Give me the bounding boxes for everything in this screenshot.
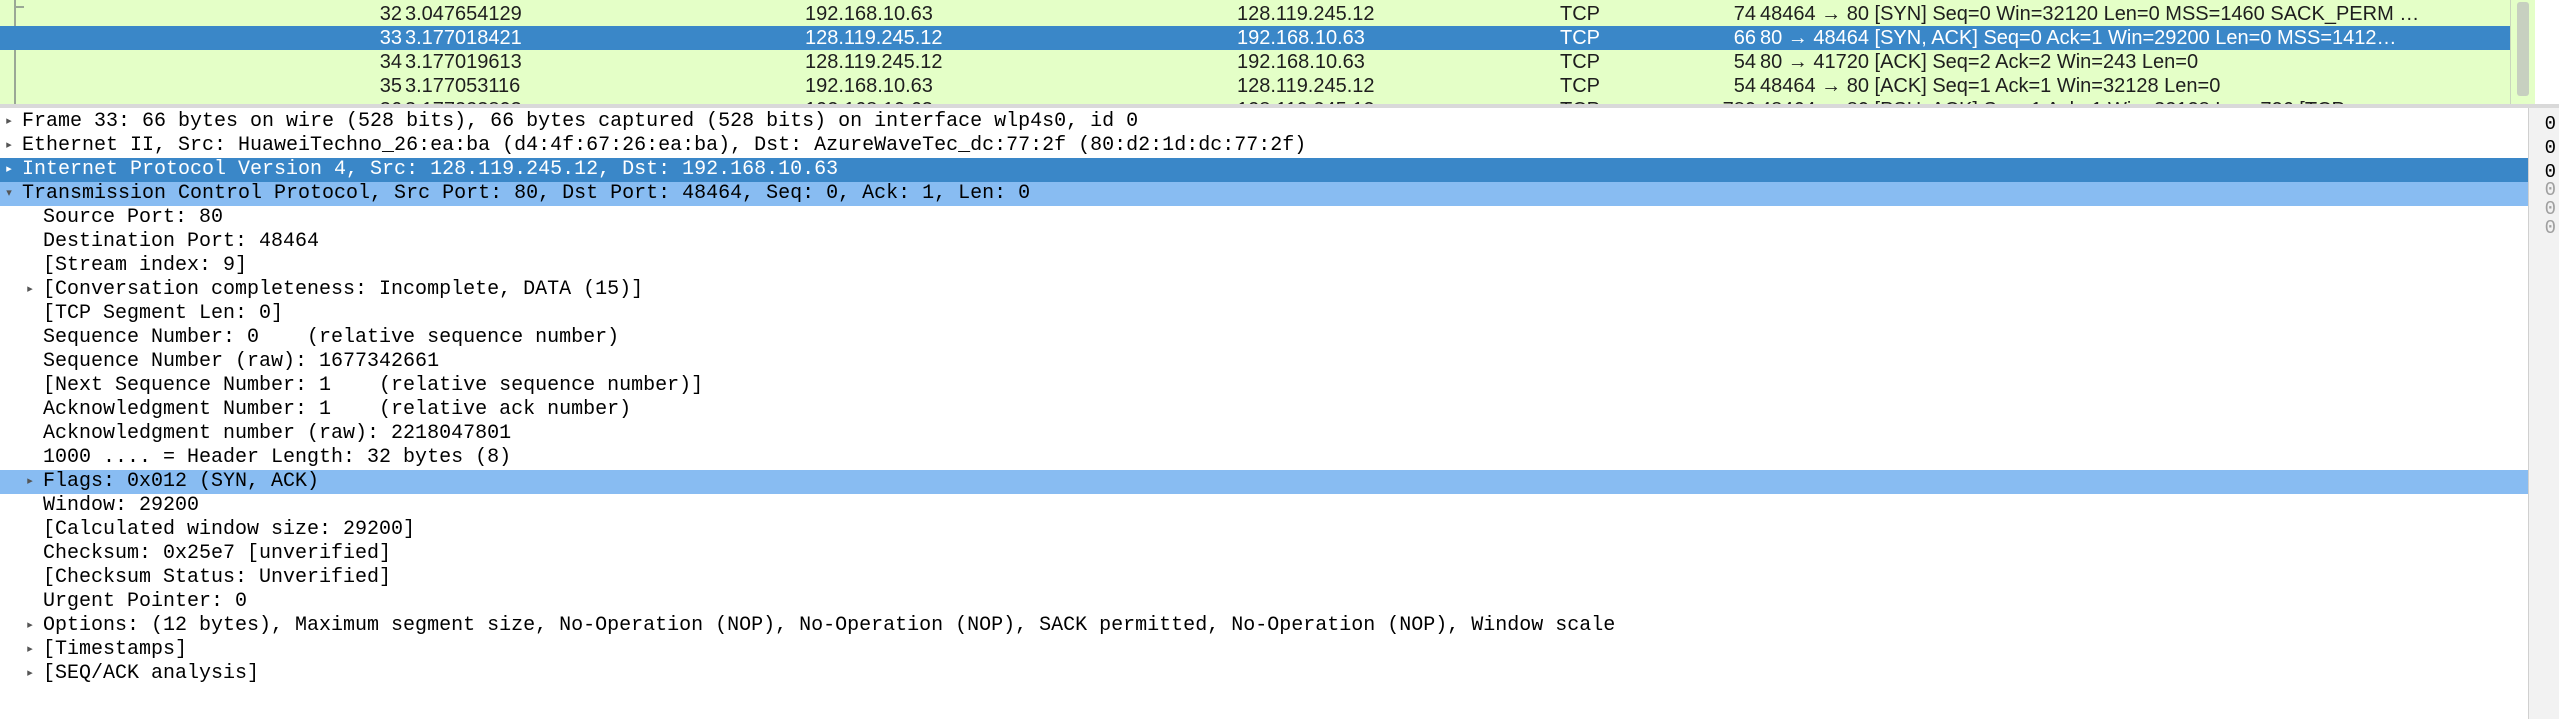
tree-item-label: Options: (12 bytes), Maximum segment siz… (43, 614, 1616, 637)
tree-item[interactable]: Window: 29200 (0, 494, 2528, 518)
tree-item[interactable]: ▸ Internet Protocol Version 4, Src: 128.1… (0, 158, 2528, 182)
triangle-right-icon[interactable]: ▸ (2, 134, 16, 158)
packet-destination: 128.119.245.12 (1237, 3, 1375, 25)
tree-item-label: 1000 .... = Header Length: 32 bytes (8) (43, 446, 512, 469)
tree-item[interactable]: [TCP Segment Len: 0] (0, 302, 2528, 326)
triangle-right-icon[interactable]: ▸ (2, 158, 16, 182)
packet-list[interactable]: 32 3.047654129 192.168.10.63 128.119.245.12… (0, 0, 2535, 104)
packet-destination: 128.119.245.12 (1237, 75, 1375, 97)
packet-row[interactable]: 34 3.177019613 128.119.245.12 192.168.10.63… (0, 50, 2535, 74)
packet-info: 48464 → 80 [ACK] Seq=1 Ack=1 Win=32128 L… (1760, 75, 2221, 97)
tree-item-label: Flags: 0x012 (SYN, ACK) (43, 470, 320, 493)
tree-item[interactable]: ▾ Transmission Control Protocol, Src Port… (0, 182, 2528, 206)
packet-destination: 192.168.10.63 (1237, 27, 1365, 49)
packet-info: 80 → 48464 [SYN, ACK] Seq=0 Ack=1 Win=29… (1760, 27, 2397, 49)
triangle-right-icon[interactable]: ▸ (23, 662, 37, 686)
tree-item[interactable]: Sequence Number (raw): 1677342661 (0, 350, 2528, 374)
side-indicator-value: 0 (2544, 137, 2556, 159)
tree-item-label: Sequence Number: 0 (relative sequence nu… (43, 326, 620, 349)
tree-item[interactable]: ▸ Flags: 0x012 (SYN, ACK) (0, 470, 2528, 494)
tree-item[interactable]: ▸ Options: (12 bytes), Maximum segment si… (0, 614, 2528, 638)
tree-item-label: [TCP Segment Len: 0] (43, 302, 284, 325)
packet-protocol: TCP (1560, 75, 1600, 97)
packet-row[interactable]: 32 3.047654129 192.168.10.63 128.119.245.12… (0, 2, 2535, 26)
triangle-right-icon[interactable]: ▸ (23, 470, 37, 494)
tree-item-label: Window: 29200 (43, 494, 200, 517)
packet-time: 3.177053116 (405, 75, 521, 97)
tree-item-label: Internet Protocol Version 4, Src: 128.11… (22, 158, 839, 181)
packet-protocol: TCP (1560, 3, 1600, 25)
packet-time: 3.047654129 (405, 3, 522, 25)
side-indicator-value: 0 (2544, 113, 2556, 135)
packet-source: 192.168.10.63 (805, 75, 933, 97)
triangle-right-icon[interactable]: ▸ (23, 614, 37, 638)
packet-protocol: TCP (1560, 51, 1600, 73)
tree-item-label: Checksum: 0x25e7 [unverified] (43, 542, 392, 565)
packet-protocol: TCP (1560, 27, 1600, 49)
packet-list-scrollbar[interactable] (2510, 0, 2535, 104)
tree-item-label: [Timestamps] (43, 638, 188, 661)
packet-length: 54 (1733, 75, 1756, 97)
tree-item[interactable]: [Calculated window size: 29200] (0, 518, 2528, 542)
packet-number: 32 (379, 3, 402, 25)
tree-item[interactable]: ▸ Frame 33: 66 bytes on wire (528 bits), … (0, 110, 2528, 134)
packet-number: 35 (379, 75, 402, 97)
tree-item-label: Sequence Number (raw): 1677342661 (43, 350, 440, 373)
tree-item[interactable]: ▸ [Conversation completeness: Incomplete,… (0, 278, 2528, 302)
tree-item-label: Acknowledgment number (raw): 2218047801 (43, 422, 512, 445)
packet-source: 128.119.245.12 (805, 51, 943, 73)
tree-item[interactable]: [Next Sequence Number: 1 (relative seque… (0, 374, 2528, 398)
tree-item[interactable]: 1000 .... = Header Length: 32 bytes (8) (0, 446, 2528, 470)
tree-item-label: Transmission Control Protocol, Src Port:… (22, 182, 1031, 205)
tree-item-label: Frame 33: 66 bytes on wire (528 bits), 6… (22, 110, 1139, 133)
packet-source: 192.168.10.63 (805, 3, 933, 25)
triangle-down-icon[interactable]: ▾ (2, 182, 16, 206)
scrollbar-thumb[interactable] (2517, 2, 2529, 96)
tree-item[interactable]: Acknowledgment Number: 1 (relative ack n… (0, 398, 2528, 422)
packet-number: 33 (379, 27, 402, 49)
tree-item[interactable]: ▸ Ethernet II, Src: HuaweiTechno_26:ea:ba… (0, 134, 2528, 158)
packet-row[interactable]: 35 3.177053116 192.168.10.63 128.119.245.12… (0, 74, 2535, 98)
tree-item[interactable]: Checksum: 0x25e7 [unverified] (0, 542, 2528, 566)
tree-item-label: [Calculated window size: 29200] (43, 518, 416, 541)
tree-item[interactable]: [Stream index: 9] (0, 254, 2528, 278)
packet-length: 66 (1733, 27, 1756, 49)
tree-item[interactable]: Urgent Pointer: 0 (0, 590, 2528, 614)
packet-destination: 192.168.10.63 (1237, 51, 1365, 73)
packet-info: 80 → 41720 [ACK] Seq=2 Ack=2 Win=243 Len… (1760, 51, 2199, 73)
tree-item-label: [Next Sequence Number: 1 (relative seque… (43, 374, 704, 397)
tree-item-label: [SEQ/ACK analysis] (43, 662, 260, 685)
tree-item-label: Acknowledgment Number: 1 (relative ack n… (43, 398, 632, 421)
tree-item[interactable]: Sequence Number: 0 (relative sequence nu… (0, 326, 2528, 350)
tree-item-label: Source Port: 80 (43, 206, 224, 229)
triangle-right-icon[interactable]: ▸ (23, 638, 37, 662)
packet-number: 34 (379, 51, 402, 73)
tree-item[interactable]: [Checksum Status: Unverified] (0, 566, 2528, 590)
packet-time: 3.177019613 (405, 51, 522, 73)
tree-item-label: [Stream index: 9] (43, 254, 248, 277)
packet-length: 74 (1733, 3, 1756, 25)
packet-source: 128.119.245.12 (805, 27, 943, 49)
triangle-right-icon[interactable]: ▸ (23, 278, 37, 302)
packet-length: 54 (1733, 51, 1756, 73)
packet-details-tree[interactable]: ▸ Frame 33: 66 bytes on wire (528 bits), … (0, 108, 2528, 719)
packet-row[interactable]: 33 3.177018421 128.119.245.12 192.168.10.63… (0, 26, 2535, 50)
tree-item[interactable]: Acknowledgment number (raw): 2218047801 (0, 422, 2528, 446)
tree-item-label: [Checksum Status: Unverified] (43, 566, 392, 589)
tree-item[interactable]: ▸ [SEQ/ACK analysis] (0, 662, 2528, 686)
packet-list-minimap (2535, 0, 2559, 104)
tree-item-label: Urgent Pointer: 0 (43, 590, 248, 613)
tree-item-label: [Conversation completeness: Incomplete, … (43, 278, 644, 301)
tree-item-label: Destination Port: 48464 (43, 230, 320, 253)
side-indicator-value: 0 (2544, 217, 2556, 239)
packet-info: 48464 → 80 [SYN] Seq=0 Win=32120 Len=0 M… (1760, 3, 2420, 25)
tree-item-label: Ethernet II, Src: HuaweiTechno_26:ea:ba … (22, 134, 1307, 157)
triangle-right-icon[interactable]: ▸ (2, 110, 16, 134)
tree-item[interactable]: ▸ [Timestamps] (0, 638, 2528, 662)
tree-item[interactable]: Destination Port: 48464 (0, 230, 2528, 254)
tree-item[interactable]: Source Port: 80 (0, 206, 2528, 230)
packet-time: 3.177018421 (405, 27, 522, 49)
